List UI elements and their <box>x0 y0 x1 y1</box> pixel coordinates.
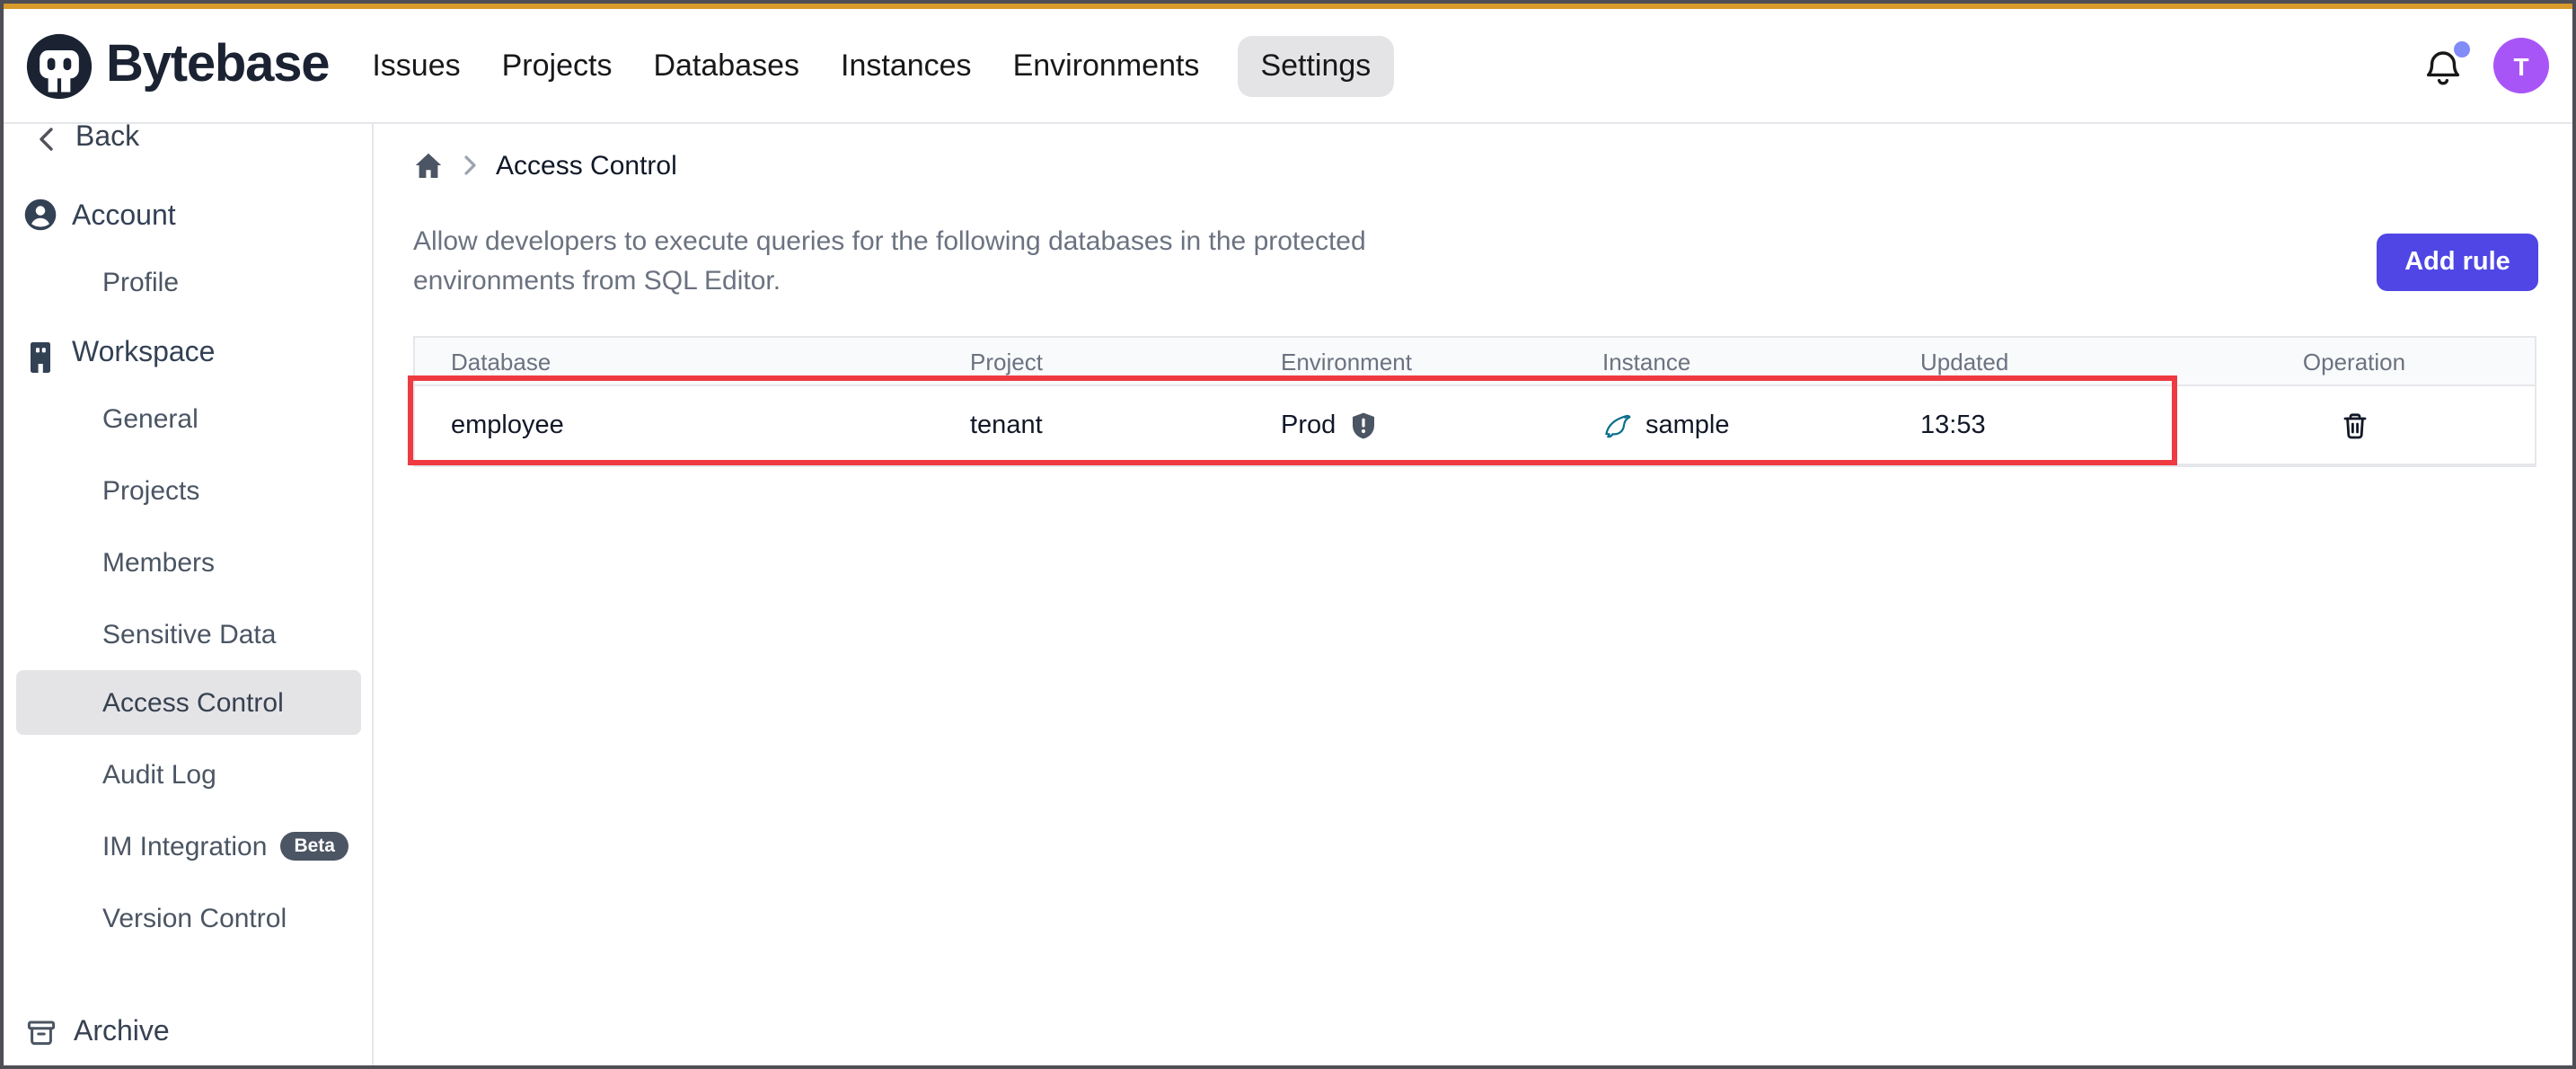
nav-item-environments[interactable]: Environments <box>1010 35 1204 96</box>
nav-item-settings[interactable]: Settings <box>1237 35 1394 96</box>
sidebar-item-access-control-label: Access Control <box>102 687 284 718</box>
shield-alert-icon <box>1348 411 1377 439</box>
brand-name: Bytebase <box>106 36 329 95</box>
sidebar-item-profile[interactable]: Profile <box>102 257 179 307</box>
sidebar-section-workspace: Workspace <box>72 329 215 379</box>
sidebar-item-version-control[interactable]: Version Control <box>102 893 287 943</box>
table-row: employee tenant Prod <box>415 386 2535 465</box>
cell-updated: 13:53 <box>1884 386 2174 464</box>
trash-icon <box>2340 411 2369 439</box>
back-button[interactable]: Back <box>32 124 139 163</box>
cell-database: employee <box>415 386 934 464</box>
cell-instance: sample <box>1566 386 1884 464</box>
chevron-left-icon <box>32 124 61 154</box>
sidebar-item-general[interactable]: General <box>102 393 198 444</box>
notification-dot <box>2454 40 2470 57</box>
delete-rule-button[interactable] <box>2336 407 2372 443</box>
column-header-operation: Operation <box>2174 338 2535 384</box>
sidebar-item-im-integration[interactable]: IM Integration Beta <box>102 821 349 871</box>
column-header-project: Project <box>934 338 1245 384</box>
notification-bell-icon[interactable] <box>2422 44 2465 87</box>
bytebase-logo[interactable]: Bytebase <box>25 31 329 100</box>
user-avatar[interactable]: T <box>2493 38 2549 93</box>
navbar-right: T <box>2422 38 2549 93</box>
building-icon <box>25 341 56 374</box>
page-description: Allow developers to execute queries for … <box>413 223 1451 302</box>
archive-label: Archive <box>74 1017 170 1049</box>
table-header-row: Database Project Environment Instance Up… <box>415 338 2535 386</box>
add-rule-button[interactable]: Add rule <box>2377 234 2538 291</box>
column-header-updated: Updated <box>1884 338 2174 384</box>
sidebar-item-archive[interactable]: Archive <box>27 1008 170 1058</box>
app-window: Bytebase Issues Projects Databases Insta… <box>0 0 2576 1069</box>
user-circle-icon <box>23 198 57 232</box>
access-rules-table: Database Project Environment Instance Up… <box>413 336 2536 467</box>
archive-icon <box>27 1019 56 1047</box>
environment-name: Prod <box>1281 411 1336 439</box>
chevron-right-icon <box>460 155 480 176</box>
nav-item-projects[interactable]: Projects <box>498 35 616 96</box>
nav-item-databases[interactable]: Databases <box>649 35 803 96</box>
bytebase-logo-icon <box>25 31 93 100</box>
back-label: Back <box>75 124 139 155</box>
top-navbar: Bytebase Issues Projects Databases Insta… <box>4 9 2572 124</box>
nav-item-instances[interactable]: Instances <box>837 35 975 96</box>
column-header-instance: Instance <box>1566 338 1884 384</box>
breadcrumb: Access Control <box>413 147 677 183</box>
app-body: Back Account Profile Workspace General P… <box>4 124 2572 1065</box>
instance-name: sample <box>1645 411 1730 439</box>
cell-operation <box>2174 386 2535 464</box>
beta-badge: Beta <box>279 833 349 861</box>
main-nav: Issues Projects Databases Instances Envi… <box>368 35 1394 96</box>
page: Bytebase Issues Projects Databases Insta… <box>0 0 2576 1069</box>
sidebar-item-audit-log[interactable]: Audit Log <box>102 749 216 800</box>
settings-sidebar: Back Account Profile Workspace General P… <box>4 124 374 1065</box>
main-content: Access Control Allow developers to execu… <box>374 124 2572 1065</box>
nav-item-issues[interactable]: Issues <box>368 35 463 96</box>
sidebar-item-access-control[interactable]: Access Control <box>16 670 361 735</box>
column-header-database: Database <box>415 338 934 384</box>
sidebar-item-sensitive-data[interactable]: Sensitive Data <box>102 609 276 659</box>
cell-environment: Prod <box>1245 386 1566 464</box>
breadcrumb-current: Access Control <box>496 150 677 181</box>
sidebar-item-members[interactable]: Members <box>102 537 215 588</box>
cell-project: tenant <box>934 386 1245 464</box>
mysql-dolphin-icon <box>1602 411 1633 438</box>
sidebar-item-projects[interactable]: Projects <box>102 465 199 516</box>
sidebar-item-im-integration-label: IM Integration <box>102 831 267 861</box>
sidebar-section-account: Account <box>72 192 176 243</box>
home-icon[interactable] <box>413 150 444 181</box>
column-header-environment: Environment <box>1245 338 1566 384</box>
